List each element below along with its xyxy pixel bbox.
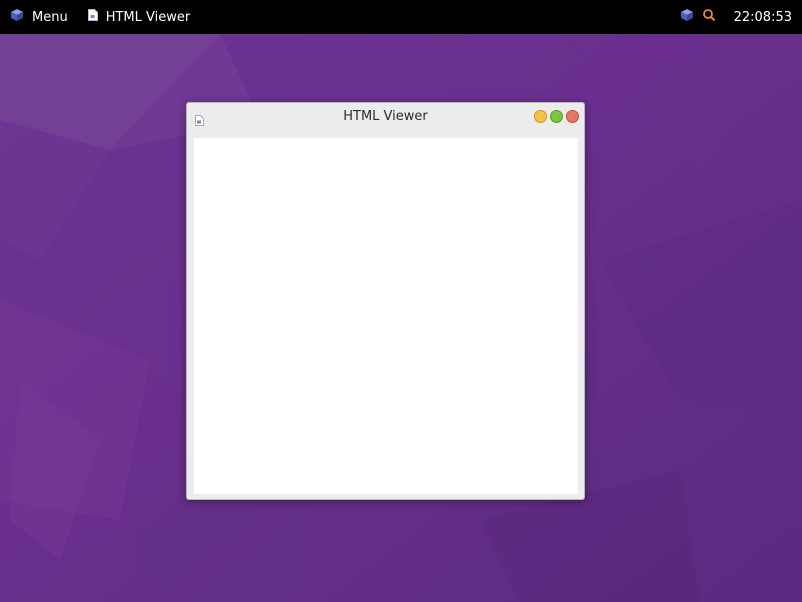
panel-right: 22:08:53 [672,0,792,34]
html-viewer-window: HTML Viewer [186,102,585,500]
cube-icon [10,8,24,26]
menu-button[interactable]: Menu [8,0,70,34]
close-button[interactable] [566,110,579,123]
taskbar-item-label: HTML Viewer [105,9,191,25]
window-title: HTML Viewer [343,109,428,124]
top-panel: Menu HTML Viewer 22:08:53 [0,0,802,34]
taskbar-item-html-viewer[interactable]: HTML Viewer [86,0,193,34]
magnifier-icon[interactable] [702,8,716,26]
window-titlebar[interactable]: HTML Viewer [187,103,584,131]
viewer-content-area[interactable] [194,138,578,494]
maximize-button[interactable] [550,110,563,123]
panel-left: Menu HTML Viewer [8,0,192,34]
cube-icon[interactable] [680,8,694,26]
clock[interactable]: 22:08:53 [734,10,792,25]
menu-label: Menu [32,9,68,25]
document-icon [87,9,98,25]
minimize-button[interactable] [534,110,547,123]
desktop-screen: Menu HTML Viewer 22:08:53 HTML Viewer [0,0,802,602]
